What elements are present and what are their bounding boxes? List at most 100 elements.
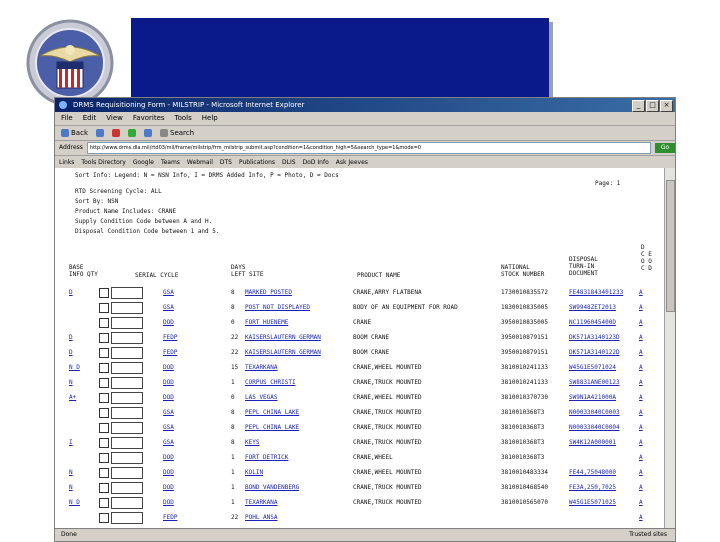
- site-link[interactable]: PEPL CHINA LAKE: [245, 424, 299, 431]
- cycle-link[interactable]: FEDP: [163, 349, 177, 356]
- condition-link[interactable]: A: [639, 409, 643, 416]
- stop-button[interactable]: [112, 129, 120, 137]
- site-link[interactable]: POST NOT DISPLAYED: [245, 304, 310, 311]
- turn-in-doc-link[interactable]: SW9948ZET2013: [569, 304, 616, 311]
- select-checkbox[interactable]: [99, 453, 109, 463]
- select-checkbox[interactable]: [99, 318, 109, 328]
- condition-link[interactable]: A: [639, 319, 643, 326]
- info-links[interactable]: N: [69, 379, 73, 386]
- condition-link[interactable]: A: [639, 454, 643, 461]
- cycle-link[interactable]: DOD: [163, 454, 174, 461]
- cycle-link[interactable]: GSA: [163, 439, 174, 446]
- quantity-input[interactable]: [111, 497, 143, 509]
- condition-link[interactable]: A: [639, 364, 643, 371]
- cycle-link[interactable]: DOD: [163, 319, 174, 326]
- quantity-input[interactable]: [111, 287, 143, 299]
- cycle-link[interactable]: FEDP: [163, 334, 177, 341]
- quantity-input[interactable]: [111, 317, 143, 329]
- turn-in-doc-link[interactable]: W45G1E5071025: [569, 499, 616, 506]
- quantity-input[interactable]: [111, 467, 143, 479]
- cycle-link[interactable]: FEDP: [163, 514, 177, 521]
- quantity-input[interactable]: [111, 377, 143, 389]
- close-button[interactable]: ×: [660, 100, 673, 112]
- site-link[interactable]: TEXARKANA: [245, 364, 278, 371]
- quantity-input[interactable]: [111, 512, 143, 524]
- select-checkbox[interactable]: [99, 483, 109, 493]
- condition-link[interactable]: A: [639, 304, 643, 311]
- quantity-input[interactable]: [111, 437, 143, 449]
- turn-in-doc-link[interactable]: N00033040C0004: [569, 424, 620, 431]
- info-links[interactable]: N D: [69, 364, 80, 371]
- info-links[interactable]: D: [69, 334, 73, 341]
- info-links[interactable]: A+: [69, 394, 76, 401]
- select-checkbox[interactable]: [99, 288, 109, 298]
- select-checkbox[interactable]: [99, 303, 109, 313]
- menu-favorites[interactable]: Favorites: [133, 112, 165, 125]
- site-link[interactable]: KAISERSLAUTERN GERMAN: [245, 334, 321, 341]
- menu-file[interactable]: File: [61, 112, 73, 125]
- condition-link[interactable]: A: [639, 394, 643, 401]
- info-links[interactable]: D: [69, 289, 73, 296]
- site-link[interactable]: FORT DETRICK: [245, 454, 288, 461]
- condition-link[interactable]: A: [639, 469, 643, 476]
- turn-in-doc-link[interactable]: W45G1E5071024: [569, 364, 616, 371]
- select-checkbox[interactable]: [99, 333, 109, 343]
- select-checkbox[interactable]: [99, 513, 109, 523]
- back-button[interactable]: Back: [61, 126, 88, 140]
- select-checkbox[interactable]: [99, 348, 109, 358]
- condition-link[interactable]: A: [639, 289, 643, 296]
- quantity-input[interactable]: [111, 392, 143, 404]
- info-links[interactable]: I: [69, 439, 73, 446]
- cycle-link[interactable]: DOD: [163, 364, 174, 371]
- quantity-input[interactable]: [111, 347, 143, 359]
- site-link[interactable]: CORPUS CHRISTI: [245, 379, 296, 386]
- quantity-input[interactable]: [111, 302, 143, 314]
- minimize-button[interactable]: _: [632, 100, 645, 112]
- cycle-link[interactable]: DOD: [163, 379, 174, 386]
- quantity-input[interactable]: [111, 332, 143, 344]
- condition-link[interactable]: A: [639, 379, 643, 386]
- select-checkbox[interactable]: [99, 423, 109, 433]
- select-checkbox[interactable]: [99, 408, 109, 418]
- select-checkbox[interactable]: [99, 438, 109, 448]
- home-button[interactable]: [144, 129, 152, 137]
- site-link[interactable]: FORT HUENEME: [245, 319, 288, 326]
- turn-in-doc-link[interactable]: FE3A,250,7025: [569, 484, 616, 491]
- site-link[interactable]: KOLIN: [245, 469, 263, 476]
- condition-link[interactable]: A: [639, 439, 643, 446]
- turn-in-doc-link[interactable]: FE44,75048000: [569, 469, 616, 476]
- quantity-input[interactable]: [111, 482, 143, 494]
- quantity-input[interactable]: [111, 407, 143, 419]
- cycle-link[interactable]: DOD: [163, 484, 174, 491]
- cycle-link[interactable]: GSA: [163, 304, 174, 311]
- info-links[interactable]: N D: [69, 499, 80, 506]
- turn-in-doc-link[interactable]: DK571A3140123D: [569, 334, 620, 341]
- info-links[interactable]: D: [69, 349, 73, 356]
- search-button[interactable]: Search: [160, 126, 194, 140]
- turn-in-doc-link[interactable]: FE4831843401233: [569, 289, 623, 296]
- site-link[interactable]: KAISERSLAUTERN GERMAN: [245, 349, 321, 356]
- turn-in-doc-link[interactable]: DK571A3140122D: [569, 349, 620, 356]
- cycle-link[interactable]: GSA: [163, 289, 174, 296]
- menu-view[interactable]: View: [106, 112, 123, 125]
- quantity-input[interactable]: [111, 422, 143, 434]
- turn-in-doc-link[interactable]: SW4K12A000001: [569, 439, 616, 446]
- site-link[interactable]: MARKED POSTED: [245, 289, 292, 296]
- condition-link[interactable]: A: [639, 499, 643, 506]
- cycle-link[interactable]: DOD: [163, 394, 174, 401]
- cycle-link[interactable]: DOD: [163, 499, 174, 506]
- turn-in-doc-link[interactable]: NC1196045400D: [569, 319, 616, 326]
- select-checkbox[interactable]: [99, 378, 109, 388]
- turn-in-doc-link[interactable]: SW8831ANE00123: [569, 379, 620, 386]
- site-link[interactable]: KEYS: [245, 439, 259, 446]
- site-link[interactable]: TEXARKANA: [245, 499, 278, 506]
- cycle-link[interactable]: GSA: [163, 409, 174, 416]
- scrollbar-thumb[interactable]: [666, 180, 675, 312]
- condition-link[interactable]: A: [639, 424, 643, 431]
- quantity-input[interactable]: [111, 452, 143, 464]
- cycle-link[interactable]: GSA: [163, 424, 174, 431]
- menu-edit[interactable]: Edit: [83, 112, 97, 125]
- condition-link[interactable]: A: [639, 514, 643, 521]
- select-checkbox[interactable]: [99, 498, 109, 508]
- info-links[interactable]: N: [69, 484, 73, 491]
